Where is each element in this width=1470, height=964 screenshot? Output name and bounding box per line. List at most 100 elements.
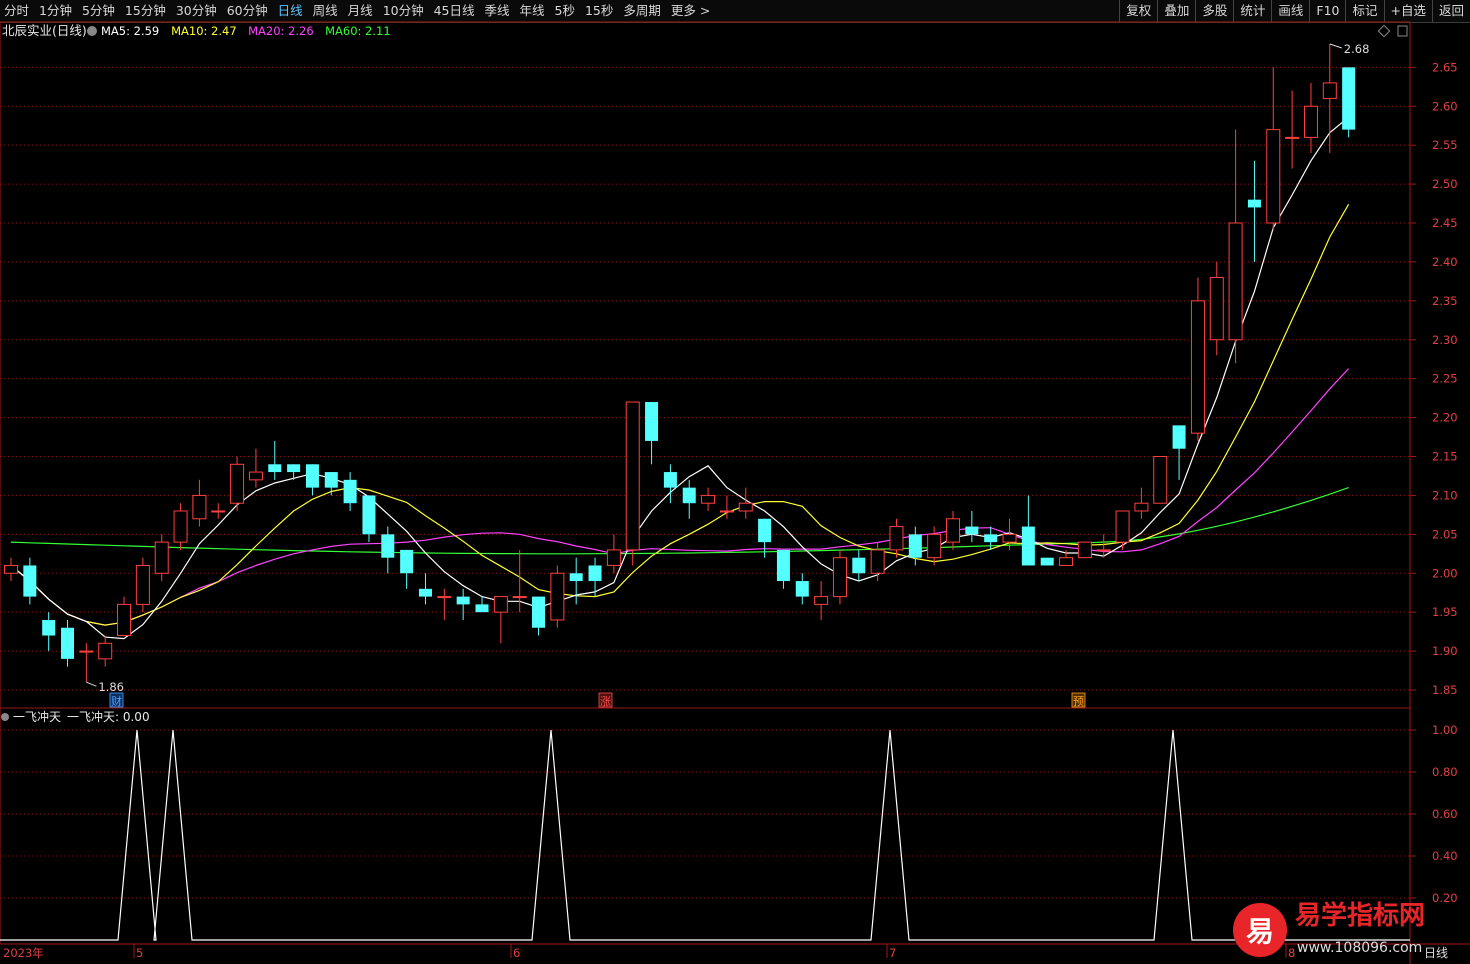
candle <box>23 557 37 605</box>
candle-body <box>287 464 301 473</box>
indicator-tick-label: 0.80 <box>1432 765 1458 779</box>
candle-body <box>1209 276 1224 341</box>
candle <box>550 565 565 628</box>
candle-body <box>268 464 282 473</box>
candle-body <box>1190 300 1205 434</box>
candle-body <box>211 510 226 513</box>
candle-body <box>701 494 716 504</box>
candle <box>682 479 696 519</box>
candle-body <box>889 526 904 551</box>
candle <box>532 596 546 636</box>
candle <box>343 472 357 511</box>
indicator-value: 一飞冲天: 0.00 <box>67 709 150 724</box>
price-tick-label: 2.55 <box>1432 138 1458 152</box>
candle <box>606 534 621 574</box>
candle <box>814 581 829 620</box>
candle <box>192 479 207 527</box>
candle <box>965 510 979 543</box>
candle-body <box>1322 82 1337 99</box>
x-axis-period-label: 日线 <box>1424 946 1448 960</box>
low-label: 1.86 <box>98 680 124 694</box>
candle <box>98 635 113 667</box>
candle <box>400 549 414 589</box>
candle-body <box>1077 541 1092 559</box>
stock-title: 北辰实业(日线) <box>2 23 87 38</box>
candle-body <box>324 472 338 488</box>
candle-body <box>1096 549 1111 552</box>
candle <box>870 542 885 582</box>
candle-body <box>1059 557 1074 566</box>
x-axis-label-0: 2023年 <box>3 946 44 960</box>
candle-body <box>870 549 885 574</box>
price-tick-label: 2.05 <box>1432 527 1458 541</box>
x-axis-label-2: 6 <box>513 946 520 960</box>
stock-chart[interactable]: 2.65 2.60 2.55 2.50 2.45 2.40 2.35 2.30 2.25 2.20… <box>0 0 1470 964</box>
candle <box>946 510 960 550</box>
indicator-line <box>0 729 1410 941</box>
price-tick-label: 2.25 <box>1432 372 1458 386</box>
ma-label-1: MA10: 2.47 <box>171 24 237 38</box>
indicator-tick-label: 1.00 <box>1432 723 1458 737</box>
candle <box>493 596 508 644</box>
candle-body <box>738 502 753 512</box>
candle-body <box>1172 425 1186 449</box>
ma60-line <box>10 487 1349 555</box>
candle <box>1172 425 1186 480</box>
candle-body <box>776 549 790 582</box>
x-axis-label-3: 7 <box>889 946 896 960</box>
candle <box>1247 160 1261 262</box>
candle <box>230 456 245 511</box>
candle <box>211 503 226 519</box>
candle-body <box>927 533 942 559</box>
candle <box>889 518 904 558</box>
candle-body <box>418 588 432 597</box>
event-marker-2: 预 <box>1073 695 1084 708</box>
candle-body <box>1153 456 1168 504</box>
candle-body <box>1002 533 1017 543</box>
candle <box>625 401 640 566</box>
candle <box>362 495 376 543</box>
watermark-logo-char: 易 <box>1246 915 1274 948</box>
price-tick-label: 2.20 <box>1432 411 1458 425</box>
candle-body <box>795 581 809 597</box>
price-tick-label: 1.85 <box>1432 683 1458 697</box>
candle-body <box>117 603 132 637</box>
candle <box>381 526 395 574</box>
candle <box>1285 90 1300 169</box>
candle <box>61 619 75 667</box>
candle-body <box>908 534 922 558</box>
candle-body <box>192 494 207 520</box>
price-tick-label: 2.35 <box>1432 294 1458 308</box>
candle-body <box>946 518 960 543</box>
candle-body <box>173 510 188 543</box>
candle <box>569 557 583 605</box>
indicator-tick-label: 0.20 <box>1432 891 1458 905</box>
candle-body <box>475 604 489 613</box>
candle <box>456 588 470 620</box>
candle <box>1322 44 1337 153</box>
candle-body <box>23 565 37 597</box>
candle-body <box>1285 136 1300 139</box>
ma-label-2: MA20: 2.26 <box>248 24 314 38</box>
candle-body <box>1266 129 1281 224</box>
candle-body <box>1040 557 1054 566</box>
price-tick-label: 2.65 <box>1432 60 1458 74</box>
candle <box>1342 67 1356 138</box>
candle <box>117 596 132 637</box>
price-tick-label: 1.90 <box>1432 644 1458 658</box>
candle <box>1040 557 1054 566</box>
candle <box>1134 487 1149 519</box>
candle <box>475 596 489 613</box>
candle-body <box>663 472 677 488</box>
candle-body <box>965 526 979 535</box>
price-tick-label: 1.95 <box>1432 605 1458 619</box>
candle <box>645 402 659 465</box>
indicator-tick-label: 0.60 <box>1432 807 1458 821</box>
candle <box>1209 261 1224 356</box>
candle-body <box>343 479 357 504</box>
candle-body <box>305 464 319 488</box>
ma-toggle-icon <box>87 26 97 36</box>
candle <box>135 557 150 613</box>
watermark-site-name: 易学指标网 <box>1295 900 1425 931</box>
diamond-icon <box>1377 24 1391 38</box>
